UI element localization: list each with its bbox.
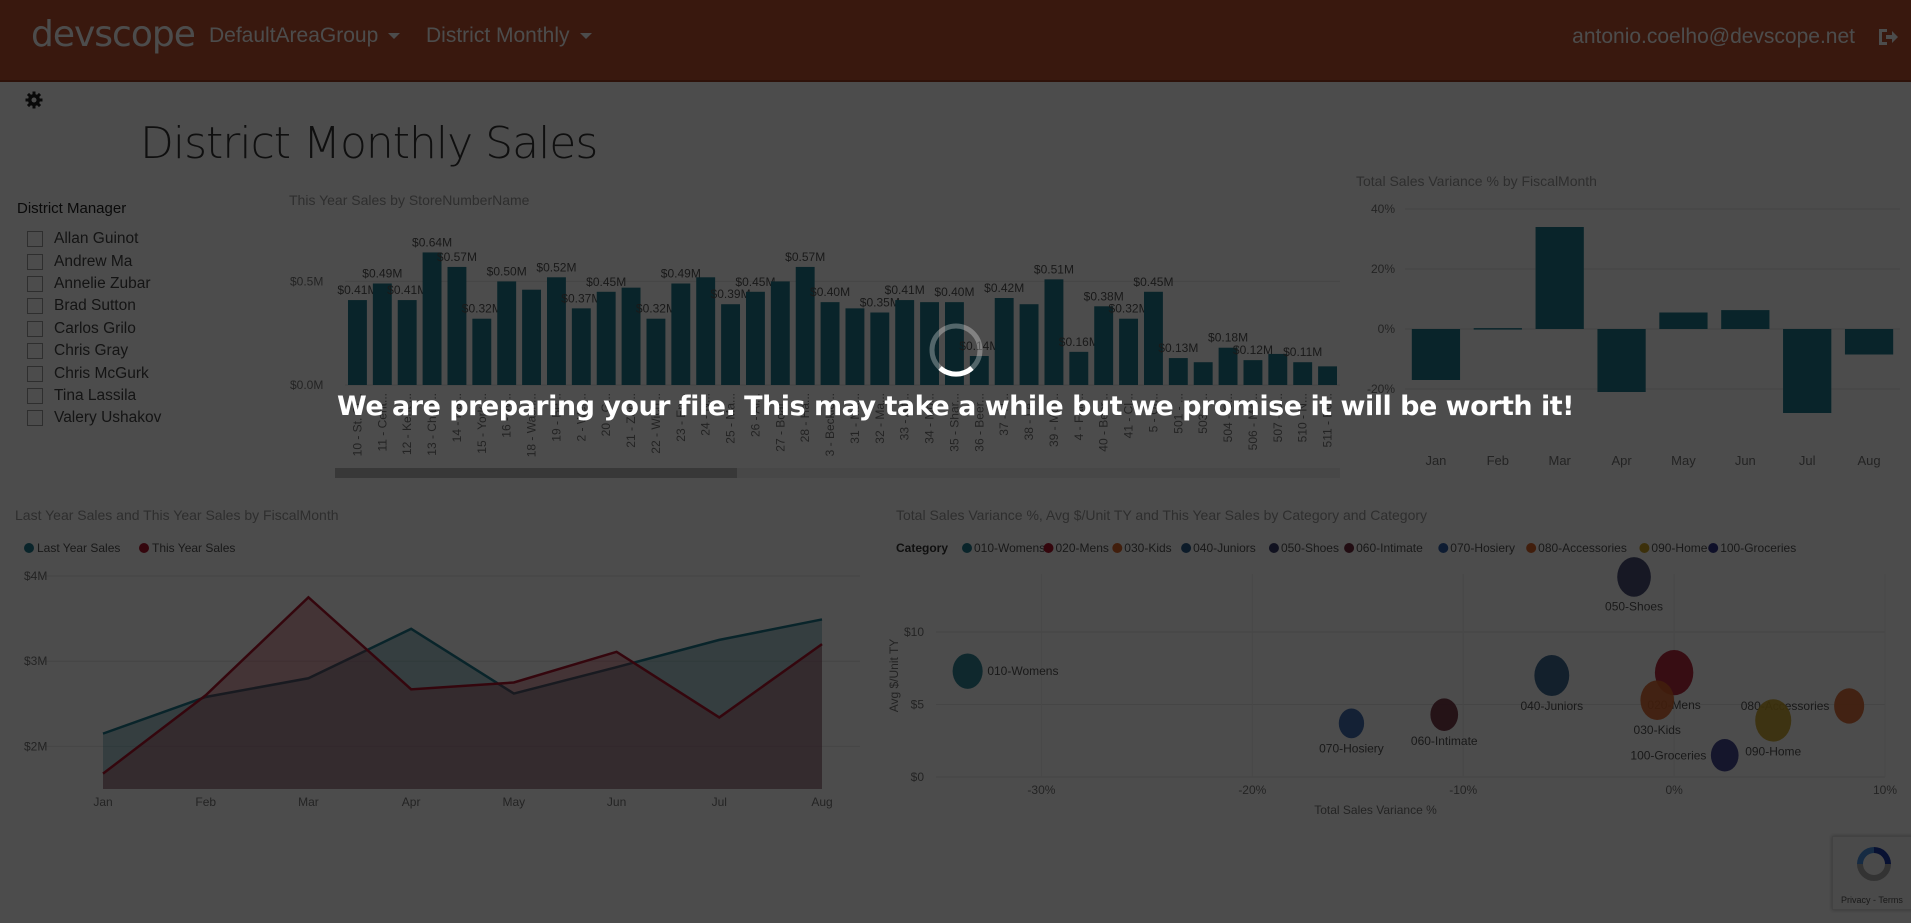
loading-message: We are preparing your file. This may tak… — [337, 391, 1574, 422]
loading-spinner-icon — [929, 323, 983, 377]
loading-overlay — [0, 0, 1911, 923]
